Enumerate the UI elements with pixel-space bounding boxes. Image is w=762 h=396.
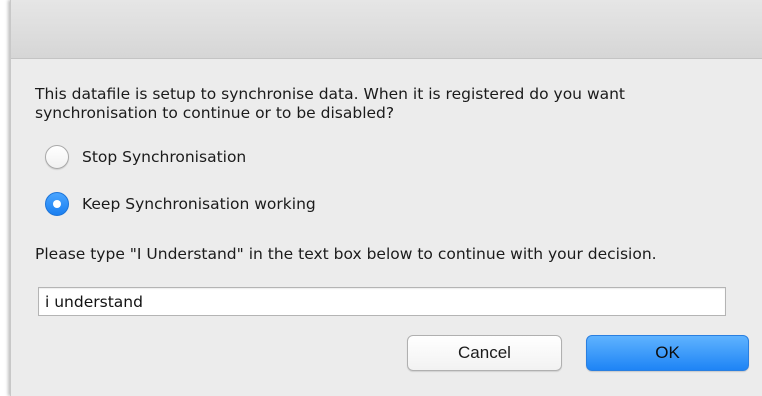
radio-keep-synchronisation[interactable]: Keep Synchronisation working [45,191,316,217]
dialog-titlebar[interactable] [11,0,762,59]
radio-stop-synchronisation[interactable]: Stop Synchronisation [45,144,246,170]
confirmation-input[interactable] [38,287,726,316]
radio-unselected-icon[interactable] [45,145,69,169]
ok-button[interactable]: OK [586,335,749,371]
radio-selected-icon[interactable] [45,192,69,216]
instruction-text: Please type "I Understand" in the text b… [35,245,657,263]
cancel-button[interactable]: Cancel [407,335,562,371]
radio-label-stop-synchronisation[interactable]: Stop Synchronisation [82,148,246,166]
dialog-message: This datafile is setup to synchronise da… [35,85,626,122]
sync-dialog: This datafile is setup to synchronise da… [10,0,762,396]
radio-label-keep-synchronisation[interactable]: Keep Synchronisation working [82,195,316,213]
